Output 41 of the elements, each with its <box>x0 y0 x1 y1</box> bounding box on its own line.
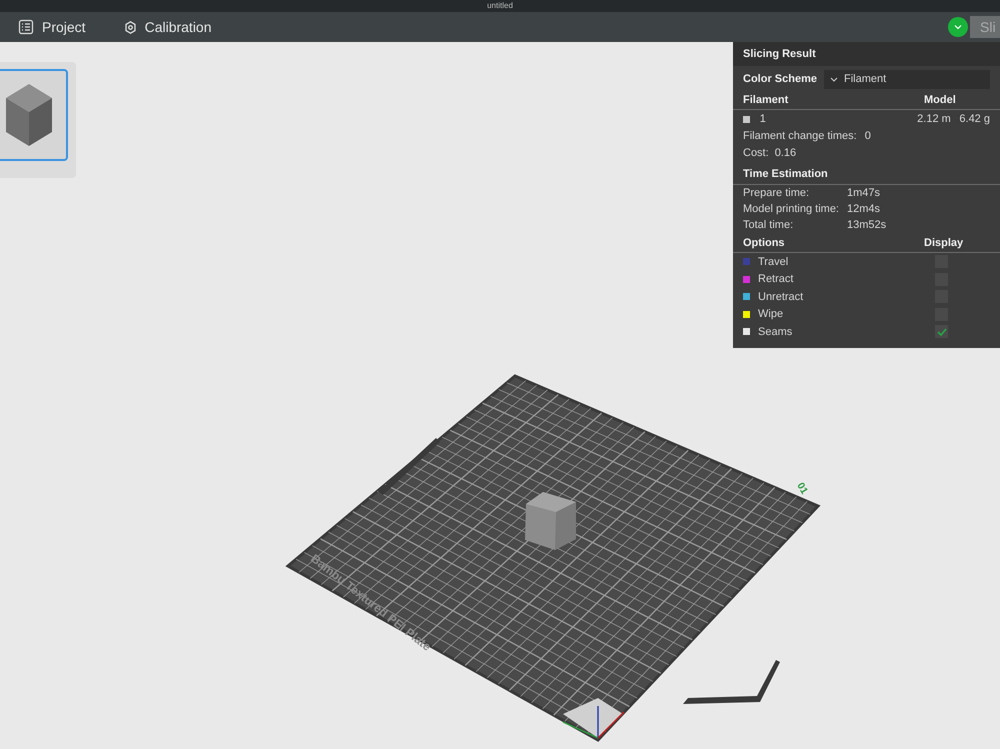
checkmark-icon <box>936 328 946 336</box>
option-label: Retract <box>758 272 794 287</box>
window-title: untitled <box>487 2 513 10</box>
checkbox[interactable] <box>935 325 948 338</box>
column-header: Model <box>924 93 956 108</box>
chevron-down-icon <box>830 76 838 82</box>
info-label: Cost: <box>743 146 769 162</box>
option-label: Wipe <box>758 307 784 322</box>
settings-icon <box>124 20 137 34</box>
option-label: Unretract <box>758 290 804 304</box>
info-value: 13m52s <box>847 218 886 233</box>
info-label: Total time: <box>743 218 794 233</box>
column-header: Display <box>924 236 964 252</box>
list-icon <box>18 19 34 35</box>
toolbar-tab[interactable]: Project <box>18 16 86 38</box>
info-value: 1m47s <box>847 186 880 201</box>
chevron-down-icon <box>954 24 962 30</box>
section-title: Time Estimation <box>743 166 828 182</box>
info-value: 12m4s <box>847 202 880 217</box>
plate-number: 01 <box>794 481 810 496</box>
field-label: Color Scheme <box>743 72 817 87</box>
column-header: Options <box>743 236 786 252</box>
info-label: Filament change times: <box>743 129 857 144</box>
option-label: Seams <box>758 324 794 340</box>
info-value: 0.16 <box>774 146 796 162</box>
model-cube <box>525 492 576 550</box>
info-label: Model printing time: <box>743 202 840 217</box>
option-label: Travel <box>758 254 790 270</box>
toolbar-tab[interactable]: Calibration <box>124 16 212 38</box>
axis-gizmo <box>562 698 625 739</box>
column-header: Filament <box>743 93 790 108</box>
table-cell-text: 2.12 m <box>917 112 952 127</box>
info-value: 0 <box>864 129 871 144</box>
cube-icon <box>4 82 54 148</box>
plate-thumbnail[interactable] <box>0 69 68 161</box>
color-scheme-dropdown[interactable]: Filament <box>824 70 990 88</box>
dropdown-button[interactable] <box>948 17 968 37</box>
panel-title: Slicing Result <box>743 46 816 62</box>
table-cell-text: 6.42 g <box>959 112 990 127</box>
info-label: Prepare time: <box>743 186 810 201</box>
table-cell-text: 1 <box>760 112 767 127</box>
